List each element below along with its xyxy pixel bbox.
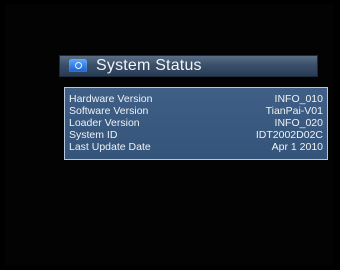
status-row-software-version: Software Version TianPai-V01 — [69, 105, 323, 117]
status-row-hardware-version: Hardware Version INFO_010 — [69, 93, 323, 105]
status-row-loader-version: Loader Version INFO_020 — [69, 117, 323, 129]
info-icon — [69, 59, 87, 72]
status-value: Apr 1 2010 — [271, 141, 323, 153]
status-label: Hardware Version — [69, 93, 153, 105]
status-value: IDT2002D02C — [255, 129, 323, 141]
status-row-system-id: System ID IDT2002D02C — [69, 129, 323, 141]
status-label: Software Version — [69, 105, 149, 117]
status-label: Loader Version — [69, 117, 140, 129]
status-label: System ID — [69, 129, 118, 141]
status-label: Last Update Date — [69, 141, 151, 153]
status-value: TianPai-V01 — [265, 105, 323, 117]
status-row-last-update-date: Last Update Date Apr 1 2010 — [69, 141, 323, 153]
status-value: INFO_020 — [274, 117, 323, 129]
status-value: INFO_010 — [274, 93, 323, 105]
dialog-header: System Status — [59, 55, 318, 77]
dialog-title: System Status — [96, 57, 202, 74]
tv-screen: System Status Hardware Version INFO_010 … — [6, 4, 334, 266]
status-info-panel: Hardware Version INFO_010 Software Versi… — [64, 87, 328, 160]
